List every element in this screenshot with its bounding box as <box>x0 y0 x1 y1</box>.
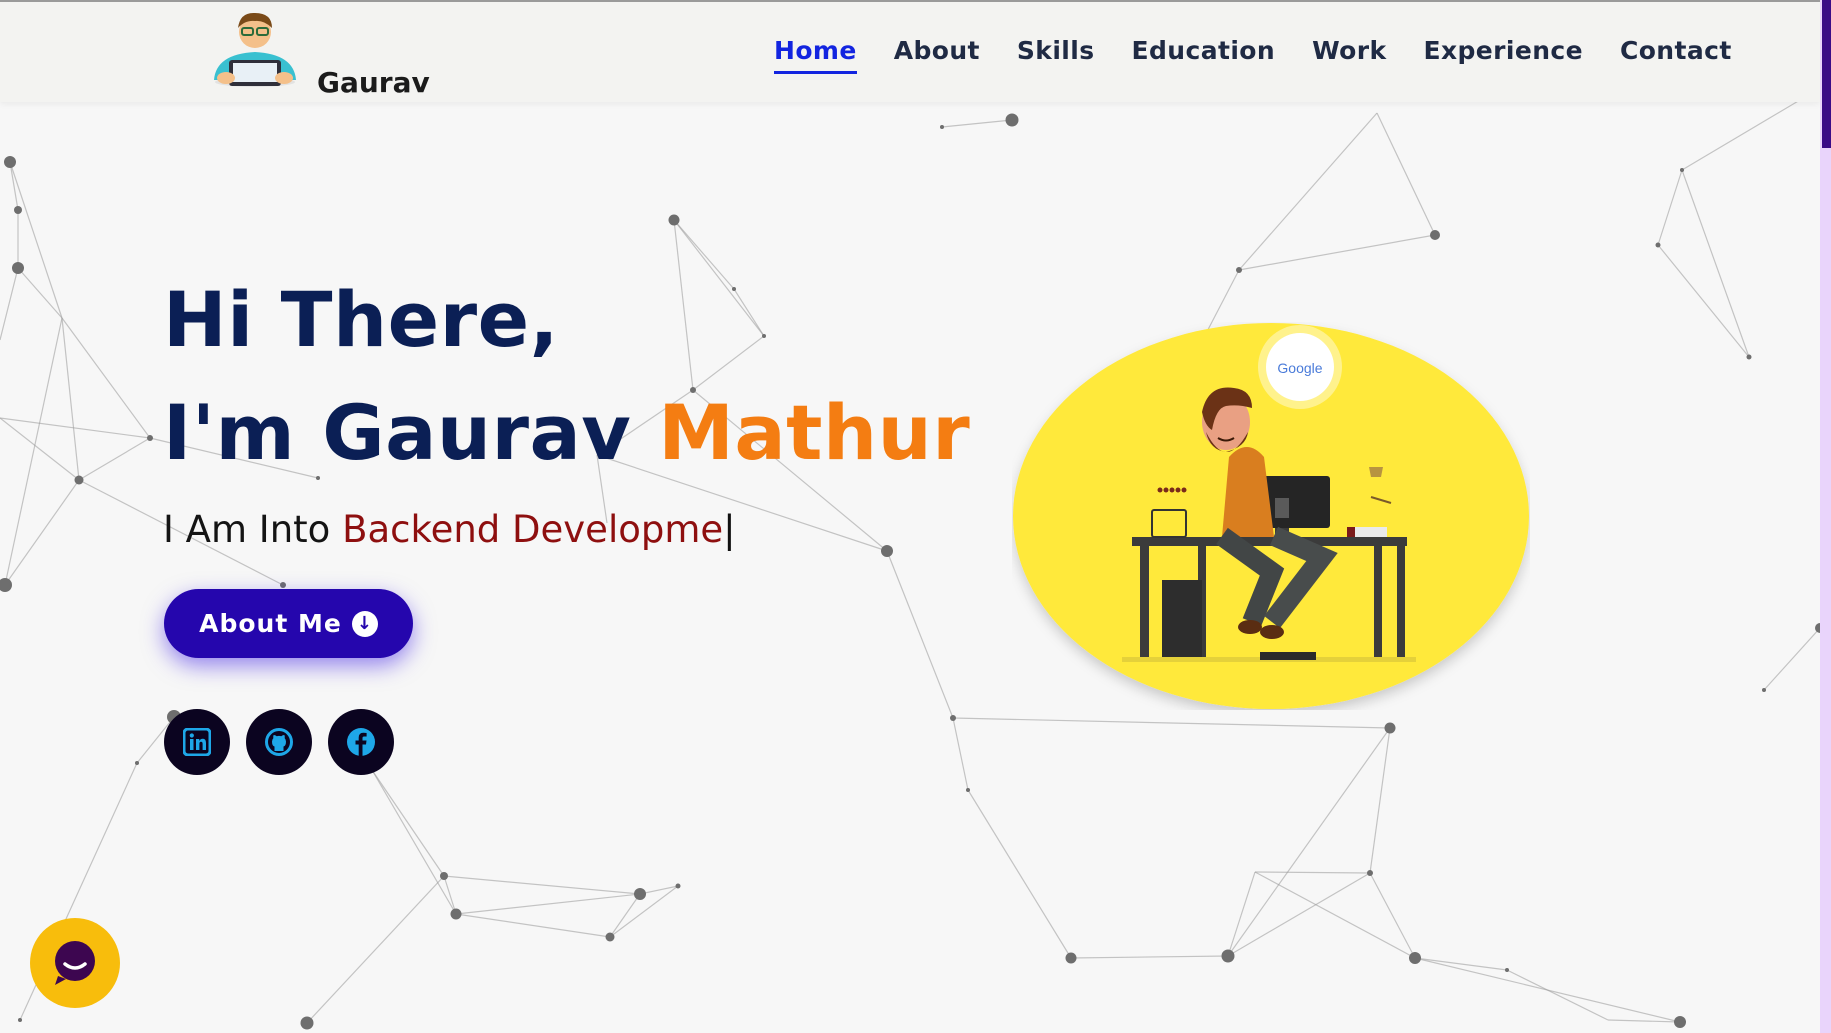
nav-education[interactable]: Education <box>1132 36 1276 74</box>
page-scrollbar-track[interactable] <box>1820 0 1831 1033</box>
hero-name-prefix: I'm Gaurav <box>163 388 659 477</box>
chat-icon <box>55 941 95 985</box>
social-links <box>164 709 394 775</box>
hero-surname: Mathur <box>658 388 971 477</box>
about-me-label: About Me <box>199 609 342 638</box>
nav-about[interactable]: About <box>894 36 980 74</box>
role-prefix: I Am Into <box>163 508 343 551</box>
page-scrollbar-thumb[interactable] <box>1822 0 1831 148</box>
nav-home[interactable]: Home <box>774 36 857 74</box>
role-typed-text: Backend Developme <box>342 508 724 551</box>
arrow-down-circle-icon: ↓ <box>351 610 378 637</box>
nav-experience[interactable]: Experience <box>1424 36 1583 74</box>
google-bubble-text: Google <box>1277 360 1322 376</box>
hero-greeting: Hi There, <box>163 275 560 364</box>
github-icon <box>265 728 293 756</box>
about-me-button[interactable]: About Me ↓ <box>164 589 413 658</box>
brand-name[interactable]: Gaurav <box>317 66 430 99</box>
hero-role: I Am Into Backend Developme| <box>163 508 736 551</box>
nav-work[interactable]: Work <box>1312 36 1386 74</box>
linkedin-icon <box>183 728 211 756</box>
typing-cursor: | <box>723 508 736 551</box>
chat-widget-button[interactable] <box>30 918 120 1008</box>
site-header: Gaurav Home About Skills Education Work … <box>0 0 1820 102</box>
github-link[interactable] <box>246 709 312 775</box>
hero-name: I'm Gaurav Mathur <box>163 388 970 477</box>
nav-skills[interactable]: Skills <box>1017 36 1095 74</box>
facebook-link[interactable] <box>328 709 394 775</box>
developer-avatar-icon[interactable] <box>200 8 310 88</box>
facebook-icon <box>347 728 375 756</box>
nav-contact[interactable]: Contact <box>1620 36 1732 74</box>
main-nav: Home About Skills Education Work Experie… <box>774 36 1732 74</box>
linkedin-link[interactable] <box>164 709 230 775</box>
developer-at-desk-illustration: Google <box>1013 323 1529 709</box>
